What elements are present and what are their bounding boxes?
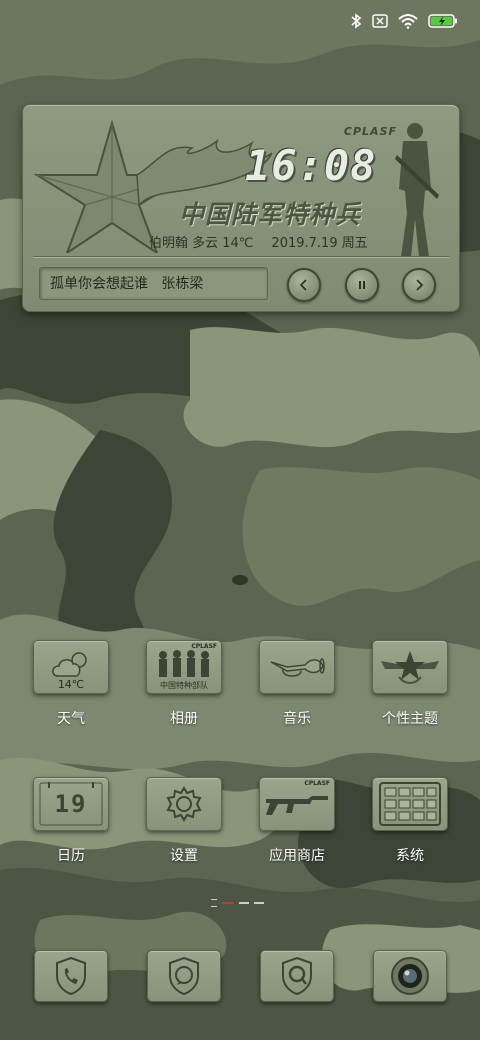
app-store[interactable]: CPLASF 应用商店 [253,777,341,865]
calendar-day: 19 [54,790,88,818]
wifi-icon [398,14,418,29]
weather-date-line: 伯明翰 多云 14℃ 2019.7.19 周五 [149,232,368,251]
messages-icon [169,956,199,996]
dock-messages[interactable] [140,950,228,1002]
app-label: 相册 [170,711,198,727]
battery-charging-icon [428,14,457,28]
phone-tile [34,950,108,1002]
bluetooth-icon [351,13,362,29]
app-themes[interactable]: 个性主题 [366,640,454,728]
page-dot [254,902,264,904]
music-tile [259,640,335,694]
camera-icon [391,957,429,995]
rifle-icon [266,796,328,815]
phone-icon [56,956,86,996]
camera-tile [373,950,447,1002]
app-label: 日历 [57,848,85,864]
sim-none-icon [372,14,388,28]
weather-tile-temp: 14℃ [57,678,85,691]
themes-tile [372,640,448,694]
weather-tile: 14℃ [33,640,109,694]
app-settings[interactable]: 设置 [140,777,228,865]
gallery-tile: CPLASF 中国特种部队 [146,640,222,694]
app-gallery[interactable]: CPLASF 中国特种部队 相册 [140,640,228,728]
system-tile [372,777,448,831]
previous-button[interactable] [287,268,321,302]
widget-divider [33,256,449,257]
date-text: 2019.7.19 周五 [271,236,368,251]
app-system[interactable]: 系统 [366,777,454,865]
dock-browser[interactable] [253,950,341,1002]
messages-tile [147,950,221,1002]
app-label: 系统 [396,848,424,864]
pause-button[interactable] [345,268,379,302]
previous-icon [299,279,307,291]
system-grid-icon [379,782,441,826]
store-badge: CPLASF [304,780,330,787]
app-label: 设置 [170,848,198,864]
next-button[interactable] [402,268,436,302]
app-label: 音乐 [283,711,311,727]
next-icon [416,279,424,291]
clock-music-widget[interactable]: CPLASF 16:08 中国陆军特种兵 伯明翰 多云 14℃ 2019.7.1… [22,104,460,312]
app-weather[interactable]: 14℃ 天气 [27,640,115,728]
store-tile: CPLASF [259,777,335,831]
calendar-tile: 19 [33,777,109,831]
app-calendar[interactable]: 19 日历 [27,777,115,865]
bugle-icon [270,658,325,677]
settings-tile [146,777,222,831]
page-indicator[interactable] [211,899,264,907]
song-info[interactable]: 孤单你会想起谁 张栋梁 [39,267,268,300]
page-dot [239,902,249,904]
song-artist: 张栋梁 [161,276,204,292]
browser-tile [260,950,334,1002]
browser-icon [282,956,312,996]
widget-title: 中国陆军特种兵 [179,200,362,229]
pause-icon [359,281,365,289]
army-star-emblem-icon [381,651,439,684]
home-list-icon [211,899,217,907]
song-title: 孤单你会想起谁 [50,276,148,292]
status-bar [350,10,458,32]
app-label: 天气 [57,711,85,727]
page-dot-active [222,902,234,904]
app-label: 个性主题 [382,711,438,727]
weather-text: 伯明翰 多云 14℃ [149,236,254,251]
gear-icon [166,786,202,822]
gallery-badge: CPLASF [191,643,217,650]
app-label: 应用商店 [269,848,325,864]
clock-time[interactable]: 16:08 [245,141,376,190]
gallery-caption: 中国特种部队 [160,681,208,690]
dock-camera[interactable] [366,950,454,1002]
soldier-silhouette-icon [395,123,439,257]
app-music[interactable]: 音乐 [253,640,341,728]
dock-phone[interactable] [27,950,115,1002]
